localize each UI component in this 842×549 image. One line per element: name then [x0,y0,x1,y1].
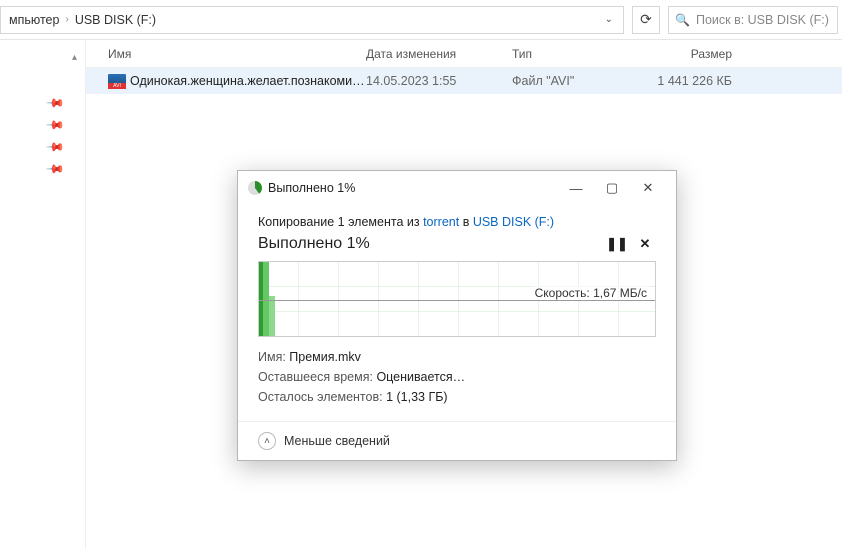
col-name[interactable]: Имя [108,47,366,61]
dialog-title: Выполнено 1% [268,181,558,195]
source-link[interactable]: torrent [423,215,459,229]
breadcrumb-seg-drive[interactable]: USB DISK (F:) [71,13,160,27]
time-remaining: Оценивается… [376,370,465,384]
items-remaining: 1 (1,33 ГБ) [386,390,448,404]
pin-icon[interactable]: 📌 [45,159,65,179]
search-icon: 🔍 [675,13,690,27]
scroll-up-icon[interactable]: ▴ [72,52,77,63]
breadcrumb-seg-computer[interactable]: мпьютер [5,13,63,27]
chevron-up-icon: ˄ [258,432,276,450]
speed-graph: Скорость: 1,67 МБ/с [258,261,656,337]
file-type: Файл "AVI" [512,74,632,88]
col-date[interactable]: Дата изменения [366,47,512,61]
speed-readout: Скорость: 1,67 МБ/с [533,286,649,300]
left-gutter: ▴ 📌 📌 📌 📌 [0,40,86,549]
file-name: Одинокая.женщина.желает.познакоми… [130,74,366,88]
refresh-icon: ⟳ [640,11,652,28]
pin-icon[interactable]: 📌 [45,115,65,135]
column-headers: Имя Дата изменения Тип Размер [86,40,842,68]
copy-details: Имя: Премия.mkv Оставшееся время: Оценив… [258,347,656,407]
address-bar[interactable]: мпьютер › USB DISK (F:) ⌄ [0,6,624,34]
col-type[interactable]: Тип [512,47,632,61]
maximize-button[interactable]: ▢ [594,174,630,202]
copy-progress-dialog: Выполнено 1% — ▢ ✕ Копирование 1 элемент… [237,170,677,461]
progress-label: Выполнено 1% [258,235,600,253]
minimize-button[interactable]: — [558,174,594,202]
dialog-titlebar[interactable]: Выполнено 1% — ▢ ✕ [238,171,676,205]
cancel-button[interactable]: ✕ [634,233,656,255]
search-placeholder: Поиск в: USB DISK (F:) [696,13,829,27]
dest-link[interactable]: USB DISK (F:) [473,215,554,229]
file-date: 14.05.2023 1:55 [366,74,512,88]
chevron-right-icon: › [63,14,70,25]
file-size: 1 441 226 КБ [632,74,752,88]
chevron-down-icon[interactable]: ⌄ [599,14,619,25]
pause-button[interactable]: ❚❚ [606,233,628,255]
copy-description: Копирование 1 элемента из torrent в USB … [258,215,656,229]
item-name: Премия.mkv [289,350,361,364]
copy-progress-icon [248,181,262,195]
refresh-button[interactable]: ⟳ [632,6,660,34]
pin-icon[interactable]: 📌 [45,137,65,157]
table-row[interactable]: Одинокая.женщина.желает.познакоми… 14.05… [86,68,842,94]
col-size[interactable]: Размер [632,47,752,61]
close-button[interactable]: ✕ [630,174,666,202]
pin-icon[interactable]: 📌 [45,93,65,113]
fewer-details-button[interactable]: ˄ Меньше сведений [238,421,676,460]
search-input[interactable]: 🔍 Поиск в: USB DISK (F:) [668,6,838,34]
avi-file-icon [108,74,126,88]
